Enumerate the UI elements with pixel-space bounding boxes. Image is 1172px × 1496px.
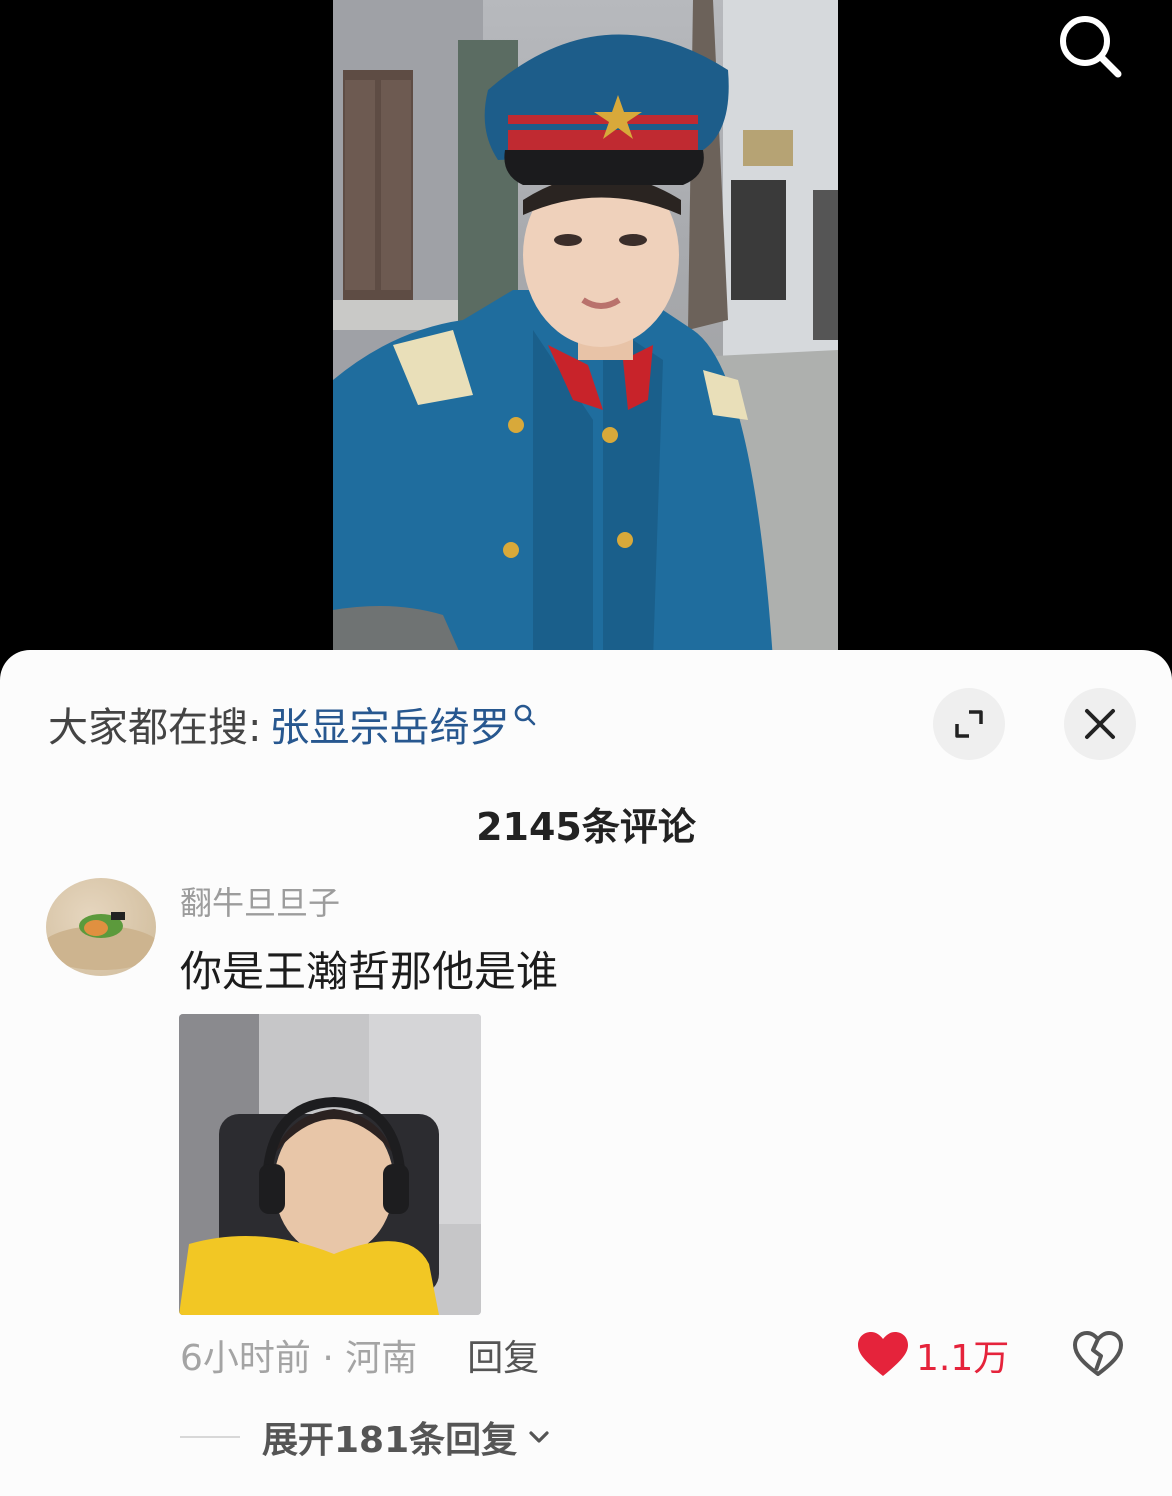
- like-count: 1.1万: [916, 1338, 1010, 1379]
- comment-image[interactable]: [179, 1014, 481, 1315]
- search-icon[interactable]: [513, 703, 537, 727]
- avatar-image: [46, 912, 156, 970]
- comment-text: 你是王瀚哲那他是谁: [180, 947, 559, 996]
- reply-button[interactable]: 回复: [467, 1329, 539, 1381]
- like-button[interactable]: 1.1万: [858, 1330, 1009, 1380]
- suggestion-prefix: 大家都在搜:: [48, 705, 262, 751]
- comment-photo: [179, 1014, 481, 1315]
- divider: [180, 1436, 240, 1438]
- expand-panel-button[interactable]: [933, 688, 1005, 760]
- expand-replies-button[interactable]: 展开181条回复: [180, 1412, 553, 1462]
- search-suggestion: 大家都在搜: 张显宗岳绮罗: [48, 695, 537, 753]
- suggestion-link[interactable]: 张显宗岳绮罗: [269, 695, 509, 753]
- broken-heart-icon: [1073, 1331, 1123, 1376]
- close-panel-button[interactable]: [1064, 688, 1136, 760]
- expand-replies-label: 展开181条回复: [262, 1420, 518, 1461]
- comment-count: 2145条评论: [476, 805, 696, 849]
- dislike-button[interactable]: [1072, 1330, 1124, 1378]
- search-icon: [1060, 16, 1122, 78]
- comment-username[interactable]: 翻牛旦旦子: [180, 878, 340, 924]
- search-button[interactable]: [1052, 10, 1128, 86]
- avatar[interactable]: [46, 878, 156, 976]
- video-scene: [333, 0, 838, 660]
- comments-panel: 大家都在搜: 张显宗岳绮罗 2145条评论 翻牛旦旦子 你是王瀚哲那他是谁 6小…: [0, 650, 1172, 1496]
- close-icon: [1085, 709, 1115, 739]
- chevron-down-icon: [529, 1431, 549, 1443]
- expand-icon: [955, 710, 983, 738]
- comment-time-location: 6小时前 · 河南: [180, 1338, 418, 1379]
- video-area[interactable]: [0, 0, 1172, 680]
- heart-icon: [858, 1332, 908, 1376]
- comment-meta: 6小时前 · 河南 回复: [180, 1330, 539, 1380]
- video-frame[interactable]: [333, 0, 838, 660]
